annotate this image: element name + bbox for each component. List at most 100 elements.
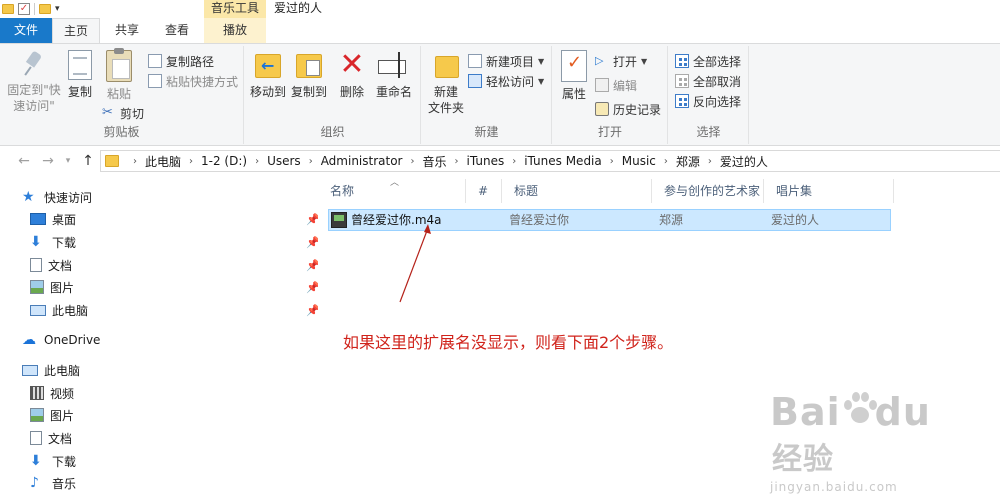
- recent-locations-chevron-icon[interactable]: ▾: [58, 151, 78, 171]
- breadcrumb-item[interactable]: 1-2 (D:): [201, 154, 247, 168]
- copy-to-button[interactable]: 复制到: [289, 50, 329, 100]
- copy-button[interactable]: 复制: [64, 50, 96, 100]
- properties-button[interactable]: 属性: [559, 50, 589, 102]
- breadcrumb-chevron-icon[interactable]: ›: [411, 156, 415, 167]
- file-artist: 郑源: [659, 213, 684, 227]
- window-title: 爱过的人: [274, 1, 323, 15]
- tab-file[interactable]: 文件: [0, 18, 52, 43]
- customize-toolbar-chevron-icon[interactable]: ▾: [55, 4, 60, 14]
- column-header-album[interactable]: 唱片集: [764, 179, 894, 203]
- invert-selection-icon: [675, 94, 689, 108]
- rename-icon: [378, 50, 410, 80]
- breadcrumb-chevron-icon[interactable]: ›: [664, 156, 668, 167]
- edit-button[interactable]: 编辑: [595, 76, 637, 94]
- cut-button[interactable]: ✂ 剪切: [102, 104, 144, 122]
- breadcrumb-item[interactable]: Users: [267, 154, 301, 168]
- breadcrumb-item[interactable]: 郑源: [676, 153, 700, 170]
- paste-shortcut-button[interactable]: 粘贴快捷方式: [148, 72, 238, 90]
- nav-downloads[interactable]: ⬇ 下载 📌: [30, 232, 320, 252]
- breadcrumb-chevron-icon[interactable]: ›: [610, 156, 614, 167]
- breadcrumb-item[interactable]: 音乐: [423, 153, 447, 170]
- copy-path-label: 复制路径: [166, 54, 215, 69]
- column-header-number[interactable]: #: [466, 179, 502, 203]
- annotation-note: 如果这里的扩展名没显示，则看下面2个步骤。: [343, 333, 674, 352]
- toolbar-divider: [34, 3, 35, 15]
- nav-desktop[interactable]: 桌面 📌: [30, 209, 320, 229]
- nav-label: 音乐: [52, 476, 77, 491]
- breadcrumb-item[interactable]: 爱过的人: [720, 153, 768, 170]
- tab-home[interactable]: 主页: [52, 18, 100, 44]
- breadcrumb-chevron-icon[interactable]: ›: [189, 156, 193, 167]
- select-all-button[interactable]: 全部选择: [675, 52, 741, 70]
- pin-to-quick-access-button[interactable]: 固定到"快 速访问": [6, 50, 62, 114]
- breadcrumb-chevron-icon[interactable]: ›: [309, 156, 313, 167]
- delete-button[interactable]: ✕ 删除: [337, 50, 367, 100]
- tab-share[interactable]: 共享: [104, 18, 150, 43]
- play-icon: ▷: [595, 54, 604, 67]
- new-folder-qat-icon[interactable]: [39, 4, 51, 14]
- nav-pictures[interactable]: 图片 📌: [30, 277, 320, 297]
- nav-music[interactable]: ♪ 音乐: [30, 473, 76, 493]
- breadcrumb-item[interactable]: Music: [622, 154, 656, 168]
- file-album: 爱过的人: [771, 213, 820, 227]
- nav-this-pc[interactable]: 此电脑: [22, 360, 80, 380]
- nav-documents[interactable]: 文档 📌: [30, 255, 320, 275]
- easy-access-button[interactable]: 轻松访问 ▼: [468, 72, 544, 90]
- nav-label: 快速访问: [44, 190, 93, 205]
- move-to-button[interactable]: 移动到: [249, 50, 287, 100]
- up-arrow-icon[interactable]: ↑: [78, 151, 98, 171]
- nav-pc-documents[interactable]: 文档: [30, 428, 72, 448]
- paste-button[interactable]: 粘贴: [102, 48, 136, 102]
- clipboard-icon: [106, 48, 132, 82]
- breadcrumb-chevron-icon[interactable]: ›: [708, 156, 712, 167]
- nav-pc-pictures[interactable]: 图片: [30, 405, 74, 425]
- column-header-name[interactable]: ︿ 名称: [318, 178, 466, 203]
- chevron-down-icon: ▼: [538, 56, 545, 66]
- nav-videos[interactable]: 视频: [30, 383, 74, 403]
- history-button[interactable]: 历史记录: [595, 100, 661, 118]
- nav-label: 图片: [50, 408, 75, 423]
- copy-to-label: 复制到: [290, 85, 327, 99]
- invert-selection-button[interactable]: 反向选择: [675, 92, 741, 110]
- star-icon: ★: [22, 189, 35, 205]
- select-none-button[interactable]: 全部取消: [675, 72, 741, 90]
- rename-button[interactable]: 重命名: [373, 50, 415, 100]
- breadcrumb-item[interactable]: Administrator: [321, 154, 403, 168]
- breadcrumb-item[interactable]: iTunes: [467, 154, 505, 168]
- ribbon: 固定到"快 速访问" 复制 粘贴 复制路径 粘贴快捷方式 ✂ 剪切 剪贴板 移动…: [0, 43, 1000, 146]
- breadcrumb-chevron-icon[interactable]: ›: [133, 156, 137, 167]
- rename-label: 重命名: [375, 85, 412, 99]
- select-none-label: 全部取消: [693, 74, 742, 89]
- select-all-label: 全部选择: [693, 54, 742, 69]
- document-icon: [30, 258, 42, 272]
- new-item-button[interactable]: 新建项目 ▼: [468, 52, 544, 70]
- nav-onedrive[interactable]: ☁ OneDrive: [22, 330, 100, 350]
- column-label: #: [478, 184, 489, 198]
- open-group-label: 打开: [597, 125, 622, 139]
- open-button[interactable]: ▷ 打开 ▼: [595, 52, 647, 70]
- forward-arrow-icon[interactable]: →: [38, 151, 58, 171]
- breadcrumb-chevron-icon[interactable]: ›: [255, 156, 259, 167]
- breadcrumb-chevron-icon[interactable]: ›: [455, 156, 459, 167]
- nav-pc-downloads[interactable]: ⬇ 下载: [30, 451, 76, 471]
- pictures-icon: [30, 280, 44, 294]
- nav-this-pc-pinned[interactable]: 此电脑 📌: [30, 300, 320, 320]
- properties-qat-icon[interactable]: ✓: [18, 3, 30, 15]
- column-header-artist[interactable]: 参与创作的艺术家: [652, 179, 764, 203]
- back-arrow-icon[interactable]: ←: [14, 151, 34, 171]
- tab-view[interactable]: 查看: [154, 18, 200, 43]
- sort-chevron-up-icon: ︿: [390, 178, 400, 188]
- tab-play[interactable]: 播放: [204, 18, 266, 43]
- computer-icon: [30, 304, 46, 316]
- new-group: 新建 文件夹 新建项目 ▼ 轻松访问 ▼ 新建: [422, 46, 552, 144]
- copy-path-button[interactable]: 复制路径: [148, 52, 214, 70]
- breadcrumb-chevron-icon[interactable]: ›: [512, 156, 516, 167]
- new-group-label: 新建: [474, 125, 499, 139]
- new-folder-button[interactable]: 新建 文件夹: [426, 50, 466, 116]
- paste-shortcut-label: 粘贴快捷方式: [166, 74, 239, 89]
- nav-quick-access[interactable]: ★ 快速访问: [22, 187, 92, 207]
- address-bar[interactable]: › 此电脑 › 1-2 (D:) › Users › Administrator…: [100, 150, 1000, 172]
- breadcrumb-item[interactable]: 此电脑: [145, 153, 181, 170]
- column-header-title[interactable]: 标题: [502, 179, 652, 203]
- breadcrumb-item[interactable]: iTunes Media: [524, 154, 602, 168]
